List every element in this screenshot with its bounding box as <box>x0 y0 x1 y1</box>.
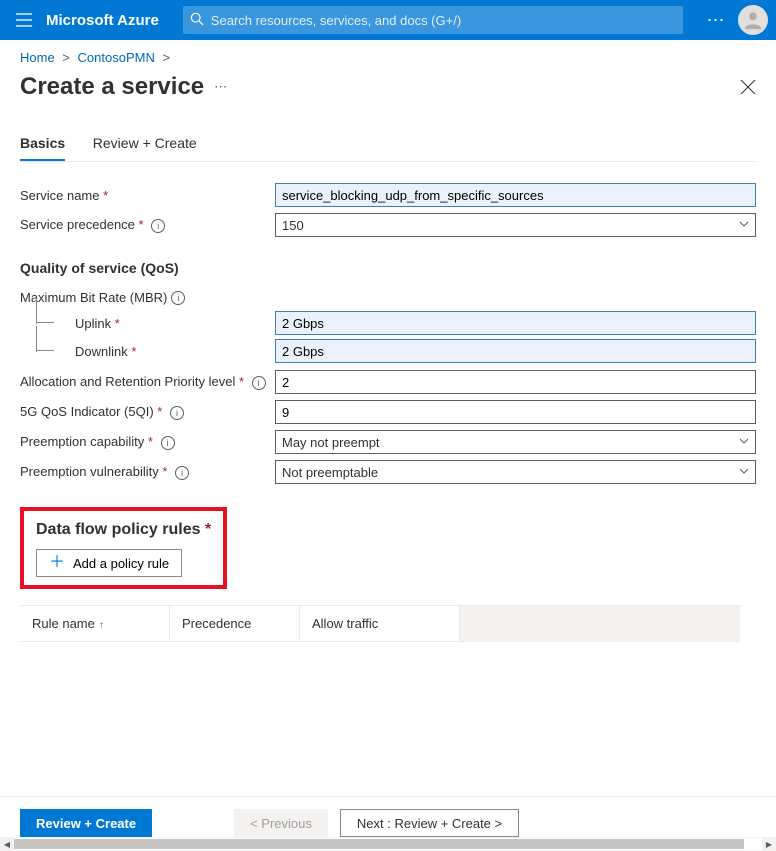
rules-table: Rule name↑ Precedence Allow traffic <box>20 605 740 642</box>
close-button[interactable] <box>740 79 756 95</box>
search-icon <box>190 12 204 26</box>
info-icon[interactable]: i <box>170 406 184 420</box>
label-preempt-cap: Preemption capability <box>20 434 144 449</box>
col-spacer <box>460 606 740 641</box>
page-title: Create a service <box>20 73 204 101</box>
tab-basics[interactable]: Basics <box>20 129 65 161</box>
info-icon[interactable]: i <box>175 466 189 480</box>
chevron-down-icon <box>739 466 749 476</box>
breadcrumb-home[interactable]: Home <box>20 50 55 65</box>
info-icon[interactable]: i <box>151 219 165 233</box>
qi-input[interactable] <box>275 400 756 424</box>
downlink-input[interactable] <box>275 339 756 363</box>
label-arp: Allocation and Retention Priority level <box>20 374 235 389</box>
horizontal-scrollbar[interactable]: ◀ ▶ <box>0 837 776 851</box>
brand-label: Microsoft Azure <box>46 12 159 29</box>
service-name-input[interactable] <box>275 183 756 207</box>
review-create-button[interactable]: Review + Create <box>20 809 152 837</box>
scroll-left-icon[interactable]: ◀ <box>0 837 14 851</box>
sort-asc-icon: ↑ <box>99 620 104 631</box>
label-mbr: Maximum Bit Rate (MBR) <box>20 290 167 305</box>
uplink-input[interactable] <box>275 311 756 335</box>
overflow-menu[interactable]: ⋯ <box>700 10 732 31</box>
title-more-icon[interactable]: ⋯ <box>214 79 227 95</box>
col-rule-name[interactable]: Rule name↑ <box>20 606 170 641</box>
breadcrumb: Home > ContosoPMN > <box>20 50 756 65</box>
label-preempt-vul: Preemption vulnerability <box>20 464 159 479</box>
scroll-right-icon[interactable]: ▶ <box>762 837 776 851</box>
arp-input[interactable] <box>275 370 756 394</box>
col-allow-traffic[interactable]: Allow traffic <box>300 606 460 641</box>
label-5qi: 5G QoS Indicator (5QI) <box>20 404 154 419</box>
add-policy-rule-button[interactable]: ＋ Add a policy rule <box>36 549 182 577</box>
info-icon[interactable]: i <box>171 291 185 305</box>
label-service-name: Service name <box>20 188 99 203</box>
previous-button: < Previous <box>234 809 328 837</box>
label-downlink: Downlink <box>75 344 128 359</box>
tab-review[interactable]: Review + Create <box>93 129 197 159</box>
chevron-down-icon <box>739 219 749 229</box>
avatar[interactable] <box>738 5 768 35</box>
label-uplink: Uplink <box>75 316 111 331</box>
rules-heading: Data flow policy rules <box>36 521 200 538</box>
breadcrumb-item[interactable]: ContosoPMN <box>78 50 155 65</box>
menu-icon[interactable] <box>8 13 40 27</box>
preempt-vul-select[interactable]: Not preemptable <box>275 460 756 484</box>
preempt-cap-select[interactable]: May not preempt <box>275 430 756 454</box>
label-service-precedence: Service precedence <box>20 217 135 232</box>
chevron-down-icon <box>739 436 749 446</box>
info-icon[interactable]: i <box>161 436 175 450</box>
plus-icon: ＋ <box>49 555 65 571</box>
qos-heading: Quality of service (QoS) <box>20 260 756 276</box>
search-input[interactable] <box>183 6 683 34</box>
info-icon[interactable]: i <box>252 376 266 390</box>
next-button[interactable]: Next : Review + Create > <box>340 809 519 837</box>
service-precedence-select[interactable]: 150 <box>275 213 756 237</box>
col-precedence[interactable]: Precedence <box>170 606 300 641</box>
highlight-region: Data flow policy rules * ＋ Add a policy … <box>20 507 227 589</box>
